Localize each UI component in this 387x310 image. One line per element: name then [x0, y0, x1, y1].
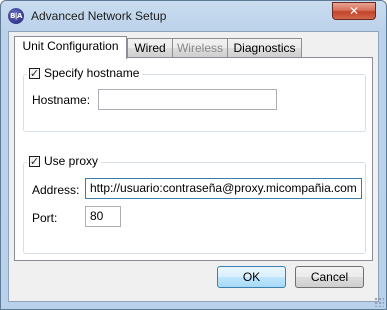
ok-button[interactable]: OK	[217, 266, 286, 288]
specify-hostname-checkbox[interactable]: ✓	[29, 66, 40, 80]
hostname-input[interactable]	[98, 89, 277, 110]
title-bar[interactable]: B|A Advanced Network Setup ✕	[1, 1, 386, 31]
proxy-address-label: Address:	[32, 183, 80, 197]
proxy-group-header: ✓ Use proxy	[27, 154, 102, 168]
proxy-port-input[interactable]: 80	[85, 206, 121, 227]
cancel-button[interactable]: Cancel	[295, 266, 364, 288]
tab-unit-configuration[interactable]: Unit Configuration	[14, 36, 127, 59]
tab-wired[interactable]: Wired	[127, 38, 173, 57]
proxy-address-input[interactable]: http://usuario:contraseña@proxy.micompañ…	[85, 178, 362, 199]
resize-grip[interactable]	[374, 297, 384, 307]
close-button[interactable]: ✕	[332, 2, 376, 20]
hostname-group-header: ✓ Specify hostname	[27, 66, 143, 80]
hostname-label: Hostname:	[32, 93, 91, 107]
checkmark-icon: ✓	[29, 154, 40, 168]
tab-diagnostics[interactable]: Diagnostics	[227, 38, 302, 57]
proxy-port-label: Port:	[32, 211, 58, 225]
close-icon: ✕	[348, 4, 360, 18]
app-logo-icon: B|A	[8, 8, 24, 24]
use-proxy-checkbox[interactable]: ✓	[29, 154, 40, 168]
hostname-group: ✓ Specify hostname Hostname:	[23, 66, 366, 132]
use-proxy-label[interactable]: Use proxy	[44, 154, 98, 168]
specify-hostname-label[interactable]: Specify hostname	[44, 66, 139, 80]
dialog-client-area: Unit Configuration Wired Wireless Diagno…	[8, 31, 379, 302]
tab-wireless: Wireless	[172, 38, 228, 57]
tab-panel-unit-configuration: ✓ Specify hostname Hostname: ✓ Use proxy…	[14, 57, 373, 261]
window-title: Advanced Network Setup	[31, 9, 167, 23]
proxy-group: ✓ Use proxy Address: http://usuario:cont…	[23, 154, 366, 254]
dialog-window: B|A Advanced Network Setup ✕ Unit Config…	[0, 0, 387, 310]
checkmark-icon: ✓	[29, 66, 40, 80]
